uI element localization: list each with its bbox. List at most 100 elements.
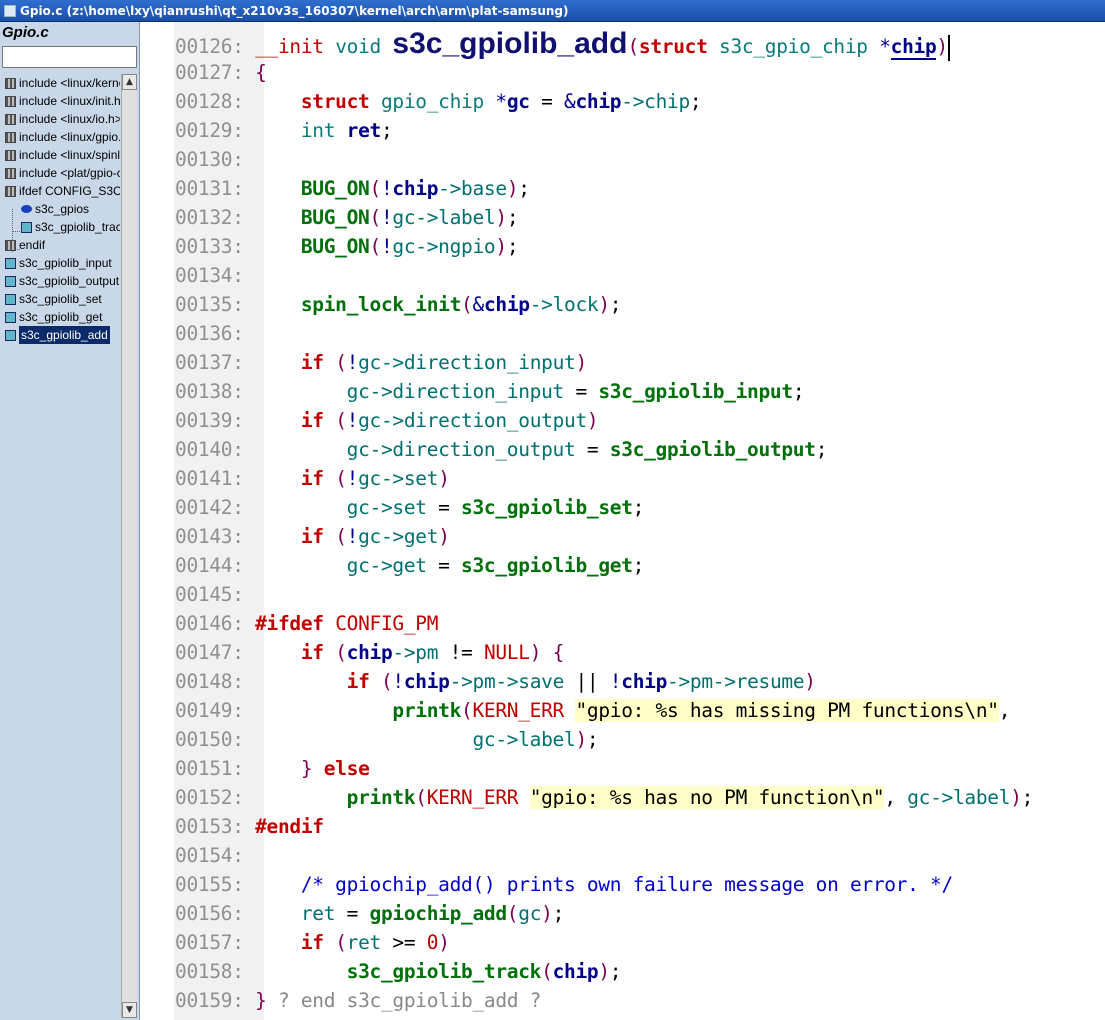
code-line[interactable]: 00136: <box>175 319 255 348</box>
symbol-item-label: include <linux/kernel.h> <box>19 76 120 90</box>
code-token: ( <box>415 786 427 809</box>
code-token: ( <box>461 699 473 722</box>
code-line[interactable]: 00126: __init void s3c_gpiolib_add(struc… <box>175 29 950 61</box>
code-line[interactable]: 00141: if (!gc->set) <box>175 464 450 493</box>
symbol-item-label: s3c_gpiolib_add <box>19 326 110 344</box>
code-line[interactable]: 00159: } ? end s3c_gpiolib_add ? <box>175 986 541 1015</box>
code-line[interactable]: 00153: #endif <box>175 812 324 841</box>
code-token: ! <box>392 670 404 693</box>
code-token: ( <box>335 467 347 490</box>
code-token: ) <box>804 670 816 693</box>
function-icon <box>5 293 16 305</box>
include-icon <box>5 131 16 143</box>
code-token: if <box>300 641 336 664</box>
code-token: ; <box>1021 786 1034 809</box>
symbol-item[interactable]: include <linux/io.h> <box>2 110 120 128</box>
code-line[interactable]: 00152: printk(KERN_ERR "gpio: %s has no … <box>175 783 1033 812</box>
symbol-item[interactable]: include <linux/gpio.h> <box>2 128 120 146</box>
code-line[interactable]: 00130: <box>175 145 255 174</box>
symbol-search-input[interactable] <box>2 46 137 68</box>
code-token: BUG_ON <box>300 177 370 200</box>
code-line[interactable]: 00137: if (!gc->direction_input) <box>175 348 587 377</box>
code-token: gc->ngpio <box>392 235 496 258</box>
symbol-item[interactable]: s3c_gpiolib_add <box>2 326 120 344</box>
code-token: ; <box>815 438 828 461</box>
symbol-item[interactable]: s3c_gpiolib_set <box>2 290 120 308</box>
include-icon <box>5 77 16 89</box>
line-number: 00147: <box>175 641 244 664</box>
code-token: = <box>335 902 370 925</box>
symbol-item[interactable]: s3c_gpiolib_get <box>2 308 120 326</box>
symbol-item[interactable]: ifdef CONFIG_S3C_GPIO_TRACK <box>2 182 120 200</box>
symbol-item[interactable]: s3c_gpiolib_input <box>2 254 120 272</box>
scroll-down-button[interactable]: ▼ <box>122 1002 137 1018</box>
code-token: ) <box>936 35 948 58</box>
code-line[interactable]: 00140: gc->direction_output = s3c_gpioli… <box>175 435 827 464</box>
symbol-item[interactable]: include <linux/kernel.h> <box>2 74 120 92</box>
code-line[interactable]: 00144: gc->get = s3c_gpiolib_get; <box>175 551 644 580</box>
code-token: struct <box>300 90 381 113</box>
symbol-item[interactable]: s3c_gpiolib_track <box>2 218 120 236</box>
code-line[interactable]: 00155: /* gpiochip_add() prints own fail… <box>175 870 953 899</box>
code-token: >= <box>380 931 427 954</box>
code-line[interactable]: 00134: <box>175 261 255 290</box>
include-icon <box>5 167 16 179</box>
code-token: s3c_gpio_chip <box>719 35 880 58</box>
code-line[interactable]: 00142: gc->set = s3c_gpiolib_set; <box>175 493 644 522</box>
function-icon <box>5 311 16 323</box>
code-token: s3c_gpiolib_input <box>598 380 793 403</box>
code-line[interactable]: 00158: s3c_gpiolib_track(chip); <box>175 957 622 986</box>
code-token: * <box>879 35 891 58</box>
code-token: ! <box>346 351 359 374</box>
symbol-item-label: s3c_gpiolib_set <box>19 292 102 306</box>
symbol-item[interactable]: endif <box>2 236 120 254</box>
code-token: ; <box>380 119 393 142</box>
code-token: gpiochip_add <box>369 902 508 925</box>
symbol-item[interactable]: include <linux/init.h> <box>2 92 120 110</box>
code-token: ( <box>380 670 393 693</box>
code-line[interactable]: 00127: { <box>175 58 267 87</box>
code-line[interactable]: 00156: ret = gpiochip_add(gc); <box>175 899 564 928</box>
symbol-item[interactable]: s3c_gpios <box>2 200 120 218</box>
code-token: ) <box>438 525 450 548</box>
code-token: #endif <box>255 815 324 838</box>
code-line[interactable]: 00139: if (!gc->direction_output) <box>175 406 599 435</box>
code-line[interactable]: 00132: BUG_ON(!gc->label); <box>175 203 519 232</box>
sidebar-scrollbar[interactable]: ▲ ▼ <box>121 74 137 1018</box>
symbol-item[interactable]: s3c_gpiolib_output <box>2 272 120 290</box>
code-line[interactable]: 00145: <box>175 580 255 609</box>
scroll-up-button[interactable]: ▲ <box>122 74 137 90</box>
code-line[interactable]: 00149: printk(KERN_ERR "gpio: %s has mis… <box>175 696 1010 725</box>
code-line[interactable]: 00150: gc->label); <box>175 725 599 754</box>
code-line[interactable]: 00129: int ret; <box>175 116 393 145</box>
code-line[interactable]: 00151: } else <box>175 754 370 783</box>
code-token: ->pm <box>392 641 439 664</box>
code-line[interactable]: 00133: BUG_ON(!gc->ngpio); <box>175 232 519 261</box>
symbol-item-label: include <linux/gpio.h> <box>19 130 120 144</box>
symbol-item[interactable]: include <linux/spinlock.h> <box>2 146 120 164</box>
code-line[interactable]: 00157: if (ret >= 0) <box>175 928 450 957</box>
code-line[interactable]: 00138: gc->direction_input = s3c_gpiolib… <box>175 377 805 406</box>
code-line[interactable]: 00146: #ifdef CONFIG_PM <box>175 609 438 638</box>
code-line[interactable]: 00148: if (!chip->pm->save || !chip->pm-… <box>175 667 816 696</box>
code-line[interactable]: 00147: if (chip->pm != NULL) { <box>175 638 564 667</box>
code-token: ->chip <box>621 90 690 113</box>
symbol-item[interactable]: include <plat/gpio-core.h> <box>2 164 120 182</box>
code-line[interactable]: 00143: if (!gc->get) <box>175 522 450 551</box>
code-token: s3c_gpiolib_track <box>346 960 542 983</box>
code-token: ! <box>346 409 359 432</box>
code-line[interactable]: 00135: spin_lock_init(&chip->lock); <box>175 290 622 319</box>
line-number: 00128: <box>175 90 244 113</box>
window-titlebar[interactable]: Gpio.c (z:\home\lxy\qianrushi\qt_x210v3s… <box>0 0 1105 22</box>
code-token: ->pm->save <box>449 670 565 693</box>
code-line[interactable]: 00154: <box>175 841 255 870</box>
code-line[interactable]: 00131: BUG_ON(!chip->base); <box>175 174 530 203</box>
code-line[interactable]: 00128: struct gpio_chip *gc = &chip->chi… <box>175 87 702 116</box>
code-token: gpio_chip <box>380 90 496 113</box>
